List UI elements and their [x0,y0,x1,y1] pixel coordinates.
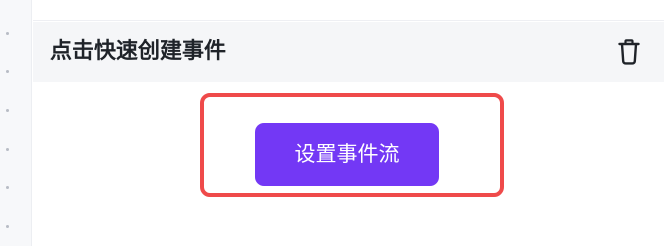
event-header: 点击快速创建事件 [33,22,664,82]
gutter-dot [6,109,9,112]
set-event-flow-button[interactable]: 设置事件流 [255,123,439,186]
gutter-dot [6,70,9,73]
gutter-dot [6,225,9,228]
trash-icon [618,39,640,65]
gutter-dot [6,148,9,151]
top-strip [33,0,664,21]
delete-button[interactable] [616,39,642,65]
left-gutter [0,0,32,246]
gutter-dot [6,32,9,35]
event-panel: 点击快速创建事件 设置事件流 [33,0,664,246]
gutter-dot [6,186,9,189]
event-title[interactable]: 点击快速创建事件 [50,37,226,67]
